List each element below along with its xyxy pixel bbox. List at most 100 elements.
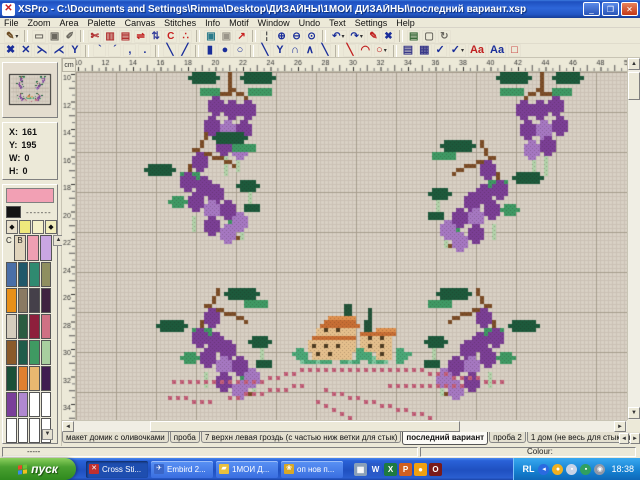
three-quarter-left-button[interactable]: ⋋ xyxy=(34,44,49,57)
tab-4[interactable]: проба 2 xyxy=(489,432,526,443)
quarter-tr-button[interactable]: ´ xyxy=(108,44,121,57)
menu-stitches[interactable]: Stitches xyxy=(164,18,196,28)
palette-swatch-6-0[interactable] xyxy=(6,418,17,443)
start-button[interactable]: пуск xyxy=(0,458,76,480)
horizontal-scroll-thumb[interactable] xyxy=(150,421,460,432)
half-forward-button[interactable]: ╱ xyxy=(178,44,191,57)
special-swatch-2[interactable] xyxy=(32,220,44,234)
quarter-tl-button[interactable]: ` xyxy=(93,44,106,57)
upright-cross-button[interactable]: Y xyxy=(68,44,81,57)
header-swatch-0[interactable]: B xyxy=(14,235,26,261)
rotate-motif-button[interactable]: C xyxy=(164,30,177,43)
tab-scroll-left-button[interactable]: ◄ xyxy=(619,433,629,444)
restore-button[interactable]: ❐ xyxy=(602,2,619,16)
straight-stitch-button[interactable]: ▮ xyxy=(203,44,216,57)
quick-word-icon[interactable]: W xyxy=(369,463,382,476)
menu-settings[interactable]: Settings xyxy=(355,18,388,28)
stitch-canvas[interactable] xyxy=(76,72,627,420)
close-button[interactable]: ✕ xyxy=(621,2,638,16)
special-swatch-1[interactable] xyxy=(19,220,31,234)
tab-0[interactable]: макет домик с оливочками xyxy=(62,432,169,443)
vertical-scrollbar[interactable]: ▲ ▼ xyxy=(627,58,640,420)
trace-image-button[interactable]: ▣ xyxy=(220,30,233,43)
taskbar-task-0[interactable]: ✕Cross Sti... xyxy=(86,461,148,478)
recolor-button[interactable]: ✎ xyxy=(367,30,380,43)
three-quarter-right-button[interactable]: ⋌ xyxy=(51,44,66,57)
menu-file[interactable]: File xyxy=(4,18,19,28)
stitch-brush-alt-dropdown-icon[interactable]: ▾ xyxy=(461,47,464,54)
copy-motif-button[interactable]: ▥ xyxy=(103,30,116,43)
scroll-right-button[interactable]: ► xyxy=(614,421,626,432)
menu-info[interactable]: Info xyxy=(205,18,220,28)
motif-library-button[interactable]: ▤ xyxy=(401,44,415,57)
palette-swatch-2-2[interactable] xyxy=(29,314,40,339)
pencil-tool-dropdown-icon[interactable]: ▾ xyxy=(15,33,18,40)
palette-swatch-3-1[interactable] xyxy=(18,340,29,365)
circle-stitch-button[interactable]: ○▾ xyxy=(374,44,389,57)
menu-motif[interactable]: Motif xyxy=(229,18,249,28)
copy-page-button[interactable]: ▤ xyxy=(407,30,420,43)
palette-swatch-1-1[interactable] xyxy=(18,288,29,313)
special-swatch-3[interactable]: ◆ xyxy=(45,220,57,234)
menu-undo[interactable]: Undo xyxy=(299,18,321,28)
curve-stitch-button[interactable]: ◠ xyxy=(358,44,372,57)
edit-select-button[interactable]: ✐ xyxy=(63,30,76,43)
palette-swatch-3-3[interactable] xyxy=(41,340,52,365)
multi-select-button[interactable]: ▣ xyxy=(48,30,61,43)
tray-volume-icon[interactable]: ◉ xyxy=(594,464,605,475)
black-color-swatch[interactable] xyxy=(6,206,21,218)
palette-swatch-6-2[interactable] xyxy=(29,418,40,443)
palette-swatch-1-2[interactable] xyxy=(29,288,40,313)
quick-powerpoint-icon[interactable]: P xyxy=(399,463,412,476)
palette-swatch-4-0[interactable] xyxy=(6,366,17,391)
bead-button[interactable]: ○ xyxy=(233,44,246,57)
menu-text[interactable]: Text xyxy=(329,18,346,28)
full-cross-button[interactable]: ✖ xyxy=(4,44,17,57)
new-page-button[interactable]: ▢ xyxy=(422,30,435,43)
quick-calculator-icon[interactable]: ▦ xyxy=(354,463,367,476)
quick-agent-icon[interactable]: ● xyxy=(414,463,427,476)
palette-swatch-4-3[interactable] xyxy=(41,366,52,391)
palette-swatch-3-2[interactable] xyxy=(29,340,40,365)
mirror-motif-button[interactable]: ⇌ xyxy=(134,30,147,43)
text-sans-button[interactable]: Aa xyxy=(488,44,506,57)
palette-swatch-2-0[interactable] xyxy=(6,314,17,339)
palette-swatch-5-2[interactable] xyxy=(29,392,40,417)
half-back-button[interactable]: ╲ xyxy=(163,44,176,57)
motif-edit-button[interactable]: ▦ xyxy=(417,44,431,57)
special-swatch-0[interactable]: ◆ xyxy=(6,220,18,234)
delete-button[interactable]: ✖ xyxy=(382,30,395,43)
redo-button[interactable]: ↷▾ xyxy=(349,30,365,43)
menu-zoom[interactable]: Zoom xyxy=(28,18,51,28)
long-stitch-button[interactable]: ╲ xyxy=(343,44,356,57)
header-swatch-1[interactable] xyxy=(27,235,39,261)
backstitch-button[interactable]: ╲ xyxy=(258,44,271,57)
palette-swatch-0-1[interactable] xyxy=(18,262,29,287)
palette-swatch-2-1[interactable] xyxy=(18,314,29,339)
quick-opera-icon[interactable]: O xyxy=(429,463,442,476)
palette-swatch-5-1[interactable] xyxy=(18,392,29,417)
quarter-br-button[interactable]: . xyxy=(138,44,151,57)
backstitch-curve-button[interactable]: ∩ xyxy=(288,44,301,57)
quarter-bl-button[interactable]: , xyxy=(123,44,136,57)
text-serif-button[interactable]: Aa xyxy=(468,44,486,57)
tray-messenger-icon[interactable]: ◂ xyxy=(538,464,549,475)
taskbar-task-2[interactable]: ▰1МОИ Д... xyxy=(216,461,278,478)
tab-2[interactable]: 7 верхн левая гроздь (с частью ниж ветки… xyxy=(201,432,402,443)
flip-motif-button[interactable]: ⇅ xyxy=(149,30,162,43)
import-image-button[interactable]: ▣ xyxy=(204,30,217,43)
half-cross-button[interactable]: ✕ xyxy=(19,44,32,57)
quick-excel-icon[interactable]: X xyxy=(384,463,397,476)
cut-motif-button[interactable]: ✄ xyxy=(88,30,101,43)
tab-scroll-right-button[interactable]: ► xyxy=(630,433,640,444)
zoom-in-button[interactable]: ⊕ xyxy=(275,30,288,43)
palette-swatch-0-3[interactable] xyxy=(41,262,52,287)
tray-network-icon[interactable]: ▪ xyxy=(580,464,591,475)
taskbar-task-3[interactable]: ❀оп нов п... xyxy=(281,461,343,478)
scale-motif-button[interactable]: ∴ xyxy=(179,30,192,43)
palette-scroll-down-button[interactable]: ▼ xyxy=(42,429,53,440)
header-swatch-2[interactable] xyxy=(40,235,52,261)
palette-swatch-2-3[interactable] xyxy=(41,314,52,339)
pencil-tool-button[interactable]: ✎▾ xyxy=(4,30,20,43)
language-indicator[interactable]: RL xyxy=(522,464,534,474)
